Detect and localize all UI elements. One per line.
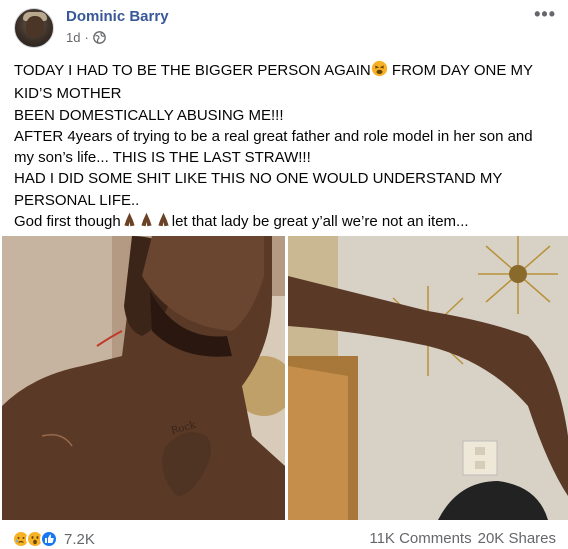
meta-separator: · bbox=[84, 30, 89, 45]
shares-count[interactable]: 20K Shares bbox=[478, 530, 556, 547]
like-reaction-icon bbox=[40, 530, 58, 548]
post-text: TODAY I HAD TO BE THE BIGGER PERSON AGAI… bbox=[14, 60, 559, 234]
post-line-4: AFTER 4years of trying to be a real grea… bbox=[14, 127, 533, 145]
author-name[interactable]: Dominic Barry bbox=[66, 8, 169, 25]
photo-grid: Rock bbox=[2, 236, 568, 520]
photo-neck-chest[interactable]: Rock bbox=[2, 236, 285, 520]
engagement-stats: 11K Comments 20K Shares bbox=[369, 530, 556, 547]
comments-count[interactable]: 11K Comments bbox=[369, 530, 471, 547]
globe-icon bbox=[92, 31, 106, 44]
post-line-3: BEEN DOMESTICALLY ABUSING ME!!! bbox=[14, 106, 284, 124]
post-line-6: HAD I DID SOME SHIT LIKE THIS NO ONE WOU… bbox=[14, 170, 503, 188]
folded-hands-emoji bbox=[138, 211, 155, 234]
post-time[interactable]: 1d bbox=[66, 30, 80, 45]
post-header: Dominic Barry 1d · ••• bbox=[0, 0, 568, 56]
weary-face-emoji bbox=[371, 60, 388, 83]
post-line-5: my son’s life... THIS IS THE LAST STRAW!… bbox=[14, 149, 311, 167]
post-line-8: God first though let that lady be great y… bbox=[14, 211, 559, 234]
more-options-icon[interactable]: ••• bbox=[534, 4, 556, 25]
reaction-count: 7.2K bbox=[64, 530, 95, 548]
folded-hands-emoji bbox=[121, 211, 138, 234]
photo-arm[interactable] bbox=[288, 236, 568, 520]
avatar[interactable] bbox=[14, 8, 54, 48]
avatar-face bbox=[26, 16, 44, 38]
post-line-2: KID’S MOTHER bbox=[14, 85, 122, 103]
post-footer: 7.2K 11K Comments 20K Shares bbox=[0, 527, 568, 549]
folded-hands-emoji bbox=[155, 211, 172, 234]
reaction-summary[interactable]: 7.2K bbox=[12, 530, 95, 548]
post-line-1: TODAY I HAD TO BE THE BIGGER PERSON AGAI… bbox=[14, 60, 559, 83]
post-meta: 1d · bbox=[66, 30, 106, 45]
post-line-7: PERSONAL LIFE.. bbox=[14, 191, 140, 209]
